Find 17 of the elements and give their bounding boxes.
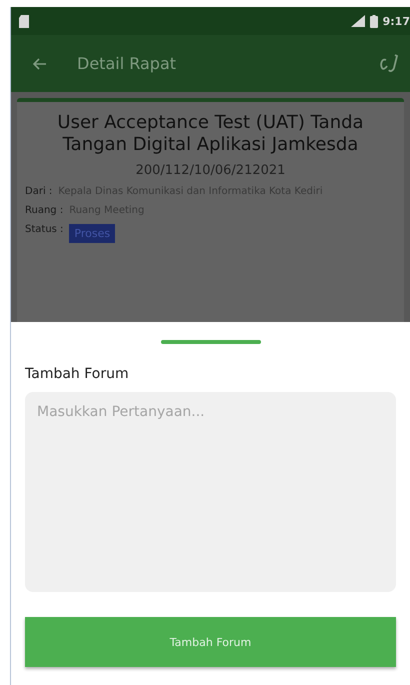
battery-icon (370, 14, 378, 28)
back-arrow-icon[interactable] (33, 58, 47, 70)
status-badge: Proses (69, 224, 116, 244)
field-label: Dari : (25, 186, 52, 198)
drag-handle[interactable] (160, 340, 260, 344)
field-label: Ruang : (25, 205, 64, 216)
field-label: Status : (25, 224, 64, 236)
meeting-title: User Acceptance Test (UAT) Tanda Tangan Digital Aplikasi Jamkesda (56, 112, 365, 156)
signature-pen-icon[interactable] (378, 54, 400, 74)
submit-button[interactable]: Tambah Forum (25, 617, 396, 667)
status-time: 9:17 (382, 14, 410, 28)
sheet-title: Tambah Forum (25, 366, 130, 382)
signal-icon (350, 15, 365, 27)
screen-title: Detail Rapat (77, 54, 178, 73)
sd-card-icon (19, 14, 29, 28)
question-field[interactable]: Masukkan Pertanyaan... (25, 392, 396, 592)
meeting-number: 200/112/10/06/212021 (134, 163, 286, 178)
